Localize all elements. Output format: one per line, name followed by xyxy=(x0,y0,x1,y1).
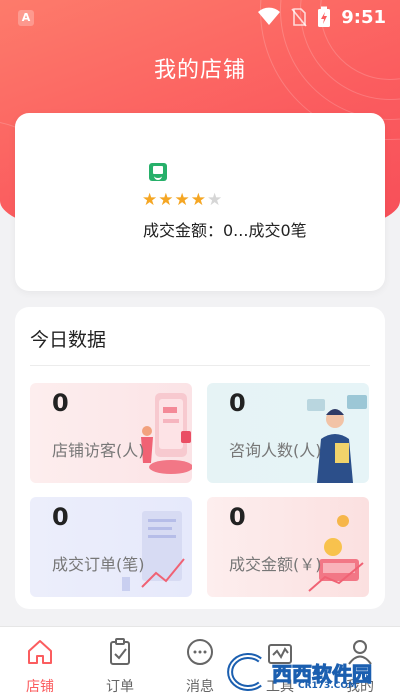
store-logo-icon xyxy=(149,163,167,181)
star-filled-icon: ★ xyxy=(174,190,190,210)
tile-consult-count[interactable]: 0 咨询人数(人) xyxy=(207,383,369,483)
orders-value: 0 xyxy=(52,503,69,531)
status-bar: A 9:51 xyxy=(0,0,400,36)
no-sim-icon xyxy=(291,8,307,27)
orders-label: 成交订单(笔) xyxy=(52,555,145,574)
today-data-card: 今日数据 0 店铺访客(人) 0 咨询人数(人) 0 成交订单(笔) 0 成交金… xyxy=(15,307,385,609)
tab-orders[interactable]: 订单 xyxy=(80,627,160,700)
consult-count-value: 0 xyxy=(229,389,246,417)
status-time: 9:51 xyxy=(341,6,386,28)
home-icon xyxy=(28,640,52,664)
amount-label: 成交金额(￥) xyxy=(229,555,322,574)
star-filled-icon: ★ xyxy=(190,190,206,210)
store-visitors-label: 店铺访客(人) xyxy=(52,441,145,460)
amount-value: 0 xyxy=(229,503,246,531)
store-transaction-summary: 成交金额：0...成交0笔 xyxy=(143,221,307,240)
tab-store[interactable]: 店铺 xyxy=(0,627,80,700)
store-visitors-value: 0 xyxy=(52,389,69,417)
watermark-url: CR173.COM xyxy=(298,681,357,691)
watermark: 西西软件园 CR173.COM xyxy=(210,648,395,696)
star-filled-icon: ★ xyxy=(158,190,174,210)
tile-amount[interactable]: 0 成交金额(￥) xyxy=(207,497,369,597)
consult-count-label: 咨询人数(人) xyxy=(229,441,322,460)
clipboard-check-icon xyxy=(110,638,130,665)
wifi-icon xyxy=(258,7,281,25)
store-rating: ★ ★ ★ ★ ★ xyxy=(142,191,222,209)
today-data-heading: 今日数据 xyxy=(30,329,107,351)
store-info-card[interactable]: ★ ★ ★ ★ ★ 成交金额：0...成交0笔 xyxy=(15,113,385,291)
tab-store-label: 店铺 xyxy=(26,679,54,695)
divider xyxy=(30,365,370,366)
visitors-illustration xyxy=(141,393,192,474)
tile-store-visitors[interactable]: 0 店铺访客(人) xyxy=(30,383,192,483)
battery-charging-icon xyxy=(318,6,331,27)
watermark-logo-icon xyxy=(227,653,262,691)
tab-orders-label: 订单 xyxy=(106,679,134,695)
star-empty-icon: ★ xyxy=(207,190,223,210)
page-title: 我的店铺 xyxy=(153,58,246,83)
app-notification-icon: A xyxy=(18,10,34,26)
star-filled-icon: ★ xyxy=(142,190,158,210)
tile-orders[interactable]: 0 成交订单(笔) xyxy=(30,497,192,597)
